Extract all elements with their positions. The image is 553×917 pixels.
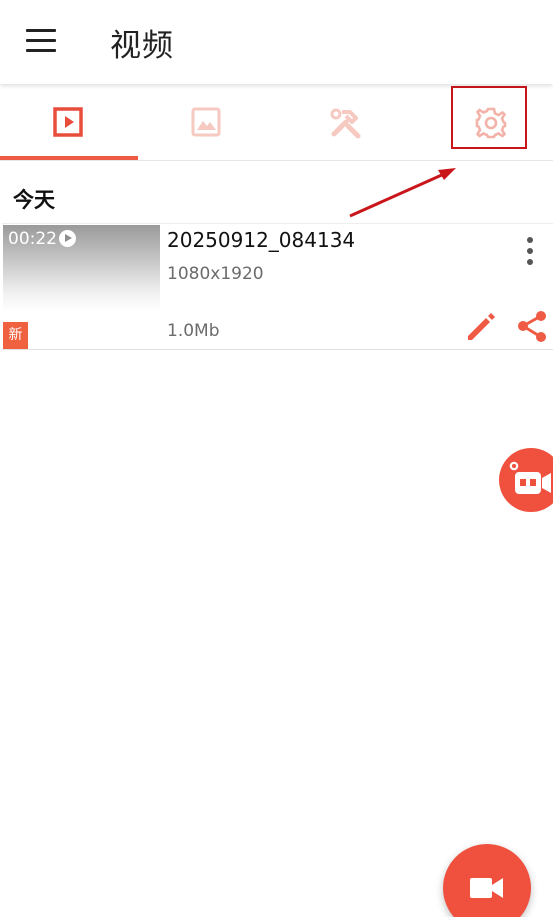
app-bar: 视频	[0, 0, 553, 84]
tab-videos[interactable]	[0, 84, 138, 161]
recorder-bubble-button[interactable]	[499, 448, 553, 512]
hamburger-menu-icon[interactable]	[22, 26, 60, 56]
image-icon	[191, 107, 221, 137]
video-duration: 00:22	[8, 229, 57, 249]
play-icon	[59, 230, 76, 247]
tools-icon	[330, 108, 361, 139]
tab-tools[interactable]	[276, 84, 414, 161]
video-camera-icon	[470, 878, 503, 898]
video-file-size: 1.0Mb	[167, 321, 220, 341]
video-play-icon	[53, 107, 83, 137]
record-video-fab[interactable]	[443, 844, 531, 917]
video-resolution: 1080x1920	[167, 264, 264, 284]
page-title: 视频	[110, 28, 174, 64]
settings-highlight-box	[451, 86, 527, 149]
video-list-item[interactable]: 00:22 新 20250912_084134 1080x1920 1.0Mb	[2, 223, 553, 350]
edit-pencil-icon[interactable]	[462, 308, 498, 344]
section-date-label: 今天	[13, 188, 55, 212]
video-thumbnail[interactable]: 00:22 新	[3, 225, 160, 349]
video-file-name: 20250912_084134	[167, 228, 356, 252]
more-options-icon[interactable]	[520, 236, 540, 266]
tab-images[interactable]	[138, 84, 276, 161]
share-icon[interactable]	[514, 308, 550, 344]
camera-toolbox-icon	[509, 461, 551, 494]
new-badge: 新	[3, 322, 28, 349]
selected-tab-indicator	[0, 156, 138, 160]
annotation-arrow-icon	[349, 168, 456, 218]
